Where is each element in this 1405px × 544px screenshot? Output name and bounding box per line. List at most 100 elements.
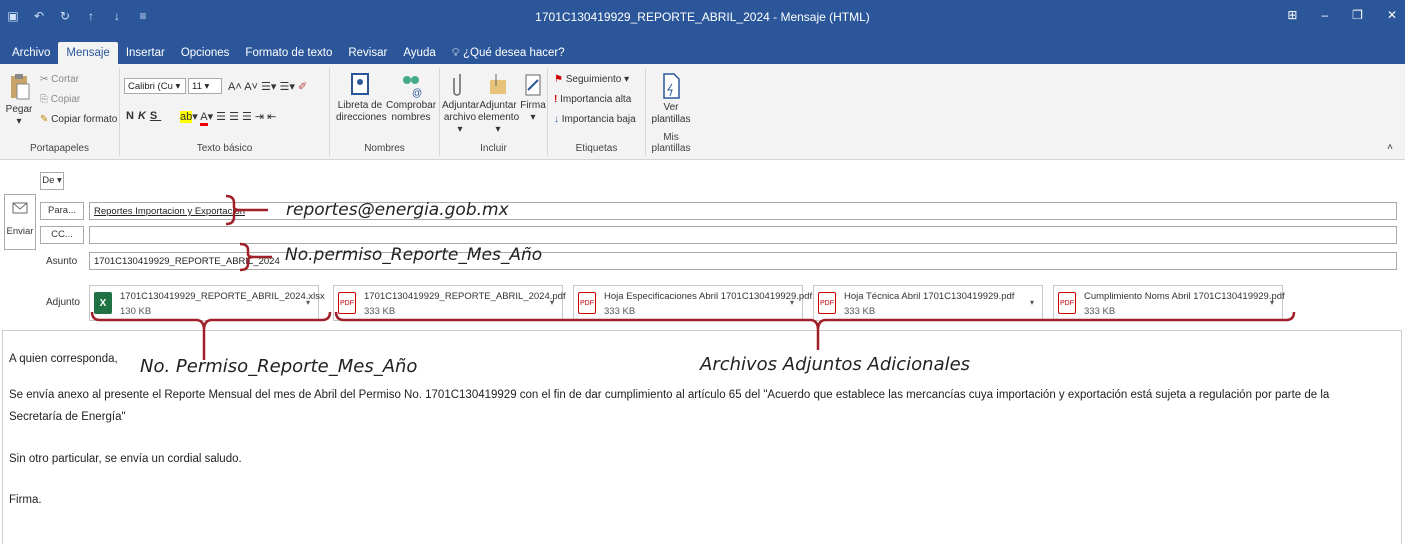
font-size-select[interactable]: 11 ▾ <box>188 78 222 94</box>
annotation-extra-attachments: Archivos Adjuntos Adicionales <box>700 354 971 375</box>
signature-text: Firma. <box>9 494 42 506</box>
tab-formato-texto[interactable]: Formato de texto <box>237 42 340 64</box>
brush-icon: ✎ <box>40 114 49 125</box>
tab-revisar[interactable]: Revisar <box>340 42 395 64</box>
group-label: Portapapeles <box>30 143 89 154</box>
attachment-item[interactable]: X 1701C130419929_REPORTE_ABRIL_2024.xlsx 1… <box>89 285 325 321</box>
attachment-item[interactable]: PDF Hoja Especificaciones Abril 1701C1304… <box>573 285 812 321</box>
attachment-dropdown-icon[interactable]: ▾ <box>1030 298 1034 307</box>
svg-text:@: @ <box>412 88 422 98</box>
cc-field[interactable] <box>89 226 1397 244</box>
attachment-dropdown-icon[interactable]: ▾ <box>550 298 554 307</box>
close-icon[interactable]: ✕ <box>1387 8 1397 22</box>
annotation-email: reportes@energia.gob.mx <box>286 200 509 220</box>
templates-icon <box>663 73 680 99</box>
pdf-file-icon: PDF <box>338 292 356 314</box>
lightbulb-icon: 💡︎ <box>451 47 460 59</box>
ribbon-tabs: Archivo Mensaje Insertar Opciones Format… <box>0 38 1405 64</box>
flag-icon: ⚑ <box>554 74 563 85</box>
minimize-icon[interactable]: – <box>1321 8 1328 22</box>
pdf-file-icon: PDF <box>818 292 836 314</box>
check-names-icon: @ <box>403 76 422 98</box>
tab-opciones[interactable]: Opciones <box>173 42 238 64</box>
high-importance-button[interactable]: ! Importancia alta <box>554 94 631 105</box>
compose-header: De ▾ Enviar Para... Reportes Importacion… <box>0 160 1405 330</box>
to-button[interactable]: Para... <box>40 202 84 220</box>
title-bar: ▣ ↶ ↻ ↑ ↓ ≡ 1701C130419929_REPORTE_ABRIL… <box>0 0 1405 38</box>
paste-icon <box>11 74 30 100</box>
address-book-button[interactable]: Libreta de direcciones <box>336 72 387 124</box>
view-templates-button[interactable]: Ver plantillas <box>648 72 694 126</box>
follow-up-button[interactable]: ⚑ Seguimiento ▾ <box>554 74 629 85</box>
attachment-dropdown-icon[interactable]: ▾ <box>790 298 794 307</box>
restore-icon[interactable]: ❐ <box>1352 8 1363 22</box>
tab-insertar[interactable]: Insertar <box>118 42 173 64</box>
pdf-file-icon: PDF <box>578 292 596 314</box>
group-label: Texto básico <box>196 143 253 154</box>
group-label: Etiquetas <box>575 143 618 154</box>
group-etiquetas: ⚑ Seguimiento ▾ ! Importancia alta ↓ Imp… <box>548 68 646 156</box>
greeting-text: A quien corresponda, <box>9 353 118 365</box>
copy-icon: ⎘ <box>40 94 48 105</box>
grow-shrink-font-icons[interactable]: A˄ A˅ ☰▾ ☰▾ ✐ <box>228 80 307 93</box>
tab-ayuda[interactable]: Ayuda <box>395 42 443 64</box>
font-name-select[interactable]: Calibri (Cu ▾ <box>124 78 186 94</box>
group-label: Nombres <box>364 143 405 154</box>
bold-italic-underline[interactable]: NKS <box>126 110 161 122</box>
from-button[interactable]: De ▾ <box>40 172 64 190</box>
group-incluir: Adjuntar archivo ▾ Adjuntar elemento ▾ Fir… <box>440 68 548 156</box>
copy-button[interactable]: ⎘ Copiar <box>40 94 80 105</box>
attachment-label: Adjunto <box>46 297 80 308</box>
exclamation-icon: ! <box>554 94 558 105</box>
subject-label: Asunto <box>46 256 78 267</box>
ribbon-display-icon[interactable]: ⊞ <box>1287 8 1297 22</box>
italic-button[interactable]: K <box>138 110 150 122</box>
clear-format-icon: ✐ <box>297 81 308 93</box>
attachment-item[interactable]: PDF Cumplimiento Noms Abril 1701C13041992… <box>1053 285 1285 321</box>
tab-mensaje[interactable]: Mensaje <box>58 42 118 64</box>
group-portapapeles: Pegar ▾ ✂ Cortar ⎘ Copiar ✎ Copiar format… <box>0 68 120 156</box>
window-title: 1701C130419929_REPORTE_ABRIL_2024 - Mens… <box>535 10 870 24</box>
attachment-item[interactable]: PDF 1701C130419929_REPORTE_ABRIL_2024.pdf… <box>333 285 566 321</box>
ribbon: Pegar ▾ ✂ Cortar ⎘ Copiar ✎ Copiar format… <box>0 64 1405 160</box>
attach-file-button[interactable]: Adjuntar archivo ▾ <box>442 72 479 136</box>
signature-button[interactable]: Firma ▾ <box>520 72 546 124</box>
highlight-color-icons[interactable]: ab▾ A▾ ☰ ☰ ☰ ⇥ ⇤ <box>180 110 276 126</box>
group-label: Mis plantillas <box>651 132 691 154</box>
paste-button[interactable]: Pegar ▾ <box>4 72 34 128</box>
low-importance-button[interactable]: ↓ Importancia baja <box>554 114 636 125</box>
annotation-subject-format: No.permiso_Reporte_Mes_Año <box>285 245 543 265</box>
attachment-item[interactable]: PDF Hoja Técnica Abril 1701C130419929.pdf… <box>813 285 1043 321</box>
format-painter-button[interactable]: ✎ Copiar formato <box>40 114 117 125</box>
underline-button[interactable]: S <box>150 110 161 122</box>
send-icon <box>12 202 28 214</box>
scissors-icon: ✂ <box>40 74 49 85</box>
body-paragraph-cont: Secretaría de Energía" <box>9 411 126 423</box>
signature-icon <box>525 74 541 96</box>
paperclip-icon <box>453 74 461 96</box>
address-book-icon <box>351 73 369 95</box>
attachment-dropdown-icon[interactable]: ▾ <box>1270 298 1274 307</box>
group-label: Incluir <box>480 143 507 154</box>
tab-archivo[interactable]: Archivo <box>4 42 58 64</box>
tell-me-search[interactable]: 💡︎ ¿Qué desea hacer? <box>444 42 573 64</box>
window-controls: ⊞ – ❐ ✕ <box>1287 8 1397 22</box>
group-nombres: Libreta de direcciones @ Comprobar nombres… <box>330 68 440 156</box>
envelope-clip-icon <box>490 74 506 94</box>
group-mis-plantillas: Ver plantillas Mis plantillas <box>646 68 696 156</box>
pdf-file-icon: PDF <box>1058 292 1076 314</box>
cc-button[interactable]: CC... <box>40 226 84 244</box>
cut-button[interactable]: ✂ Cortar <box>40 74 79 85</box>
collapse-ribbon-icon[interactable]: ˄ <box>1387 142 1393 153</box>
closing-text: Sin otro particular, se envía un cordial… <box>9 453 242 465</box>
excel-file-icon: X <box>94 292 112 314</box>
attachment-dropdown-icon[interactable]: ▾ <box>306 298 310 307</box>
group-texto-basico: Calibri (Cu ▾ 11 ▾ A˄ A˅ ☰▾ ☰▾ ✐ NKS ab▾… <box>120 68 330 156</box>
attach-item-button[interactable]: Adjuntar elemento ▾ <box>478 72 519 136</box>
send-button[interactable]: Enviar <box>4 194 36 250</box>
down-arrow-icon: ↓ <box>554 114 559 125</box>
check-names-button[interactable]: @ Comprobar nombres <box>386 72 436 124</box>
body-paragraph: Se envía anexo al presente el Reporte Me… <box>9 389 1330 401</box>
annotation-file-format: No. Permiso_Reporte_Mes_Año <box>140 356 418 377</box>
bold-button[interactable]: N <box>126 110 138 122</box>
